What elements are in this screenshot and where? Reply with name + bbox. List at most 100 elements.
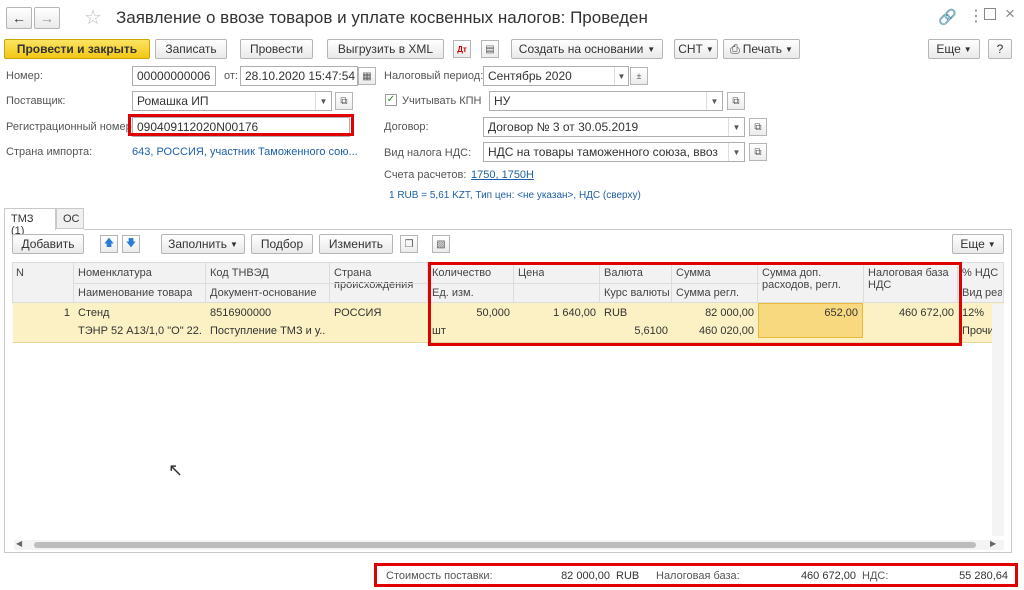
structure-icon[interactable]: ▤: [481, 40, 499, 58]
snt-button[interactable]: СНТ ▼: [674, 39, 718, 59]
header-product-name[interactable]: Наименование товара: [78, 287, 192, 299]
header-nomenclature[interactable]: Номенклатура: [78, 267, 152, 279]
header-sum[interactable]: Сумма: [676, 267, 711, 279]
paste-icon[interactable]: ▧: [432, 235, 450, 253]
post-and-close-button[interactable]: Провести и закрыть: [4, 39, 150, 59]
save-button[interactable]: Записать: [155, 39, 227, 59]
post-button[interactable]: Провести: [240, 39, 313, 59]
kebab-menu-icon[interactable]: ⋮: [968, 6, 984, 26]
header-unit[interactable]: Ед. изм.: [432, 287, 474, 299]
chevron-down-icon[interactable]: ▼: [706, 92, 722, 110]
header-tax-base[interactable]: Налоговая база НДС: [868, 267, 958, 291]
change-button[interactable]: Изменить: [319, 234, 393, 254]
cell-country: РОССИЯ: [334, 307, 382, 319]
cell-basis-doc: Поступление ТМЗ и у...: [210, 325, 326, 337]
copy-icon[interactable]: ❐: [400, 235, 418, 253]
supplier-field[interactable]: Ромашка ИП ▼: [132, 91, 332, 111]
contract-field[interactable]: Договор № 3 от 30.05.2019 ▼: [483, 117, 745, 137]
help-button[interactable]: ?: [988, 39, 1012, 59]
vertical-scrollbar[interactable]: [992, 304, 1004, 536]
scroll-left-icon[interactable]: ◀: [16, 539, 22, 548]
date-value: 28.10.2020 15:47:54: [245, 69, 356, 83]
chevron-down-icon: ▼: [785, 44, 793, 54]
snt-label: СНТ: [678, 42, 703, 56]
supplier-value: Ромашка ИП: [137, 94, 209, 108]
header-vat-kind[interactable]: Вид реал: [962, 287, 1002, 299]
cell-sum-reg: 460 020,00: [698, 325, 754, 337]
chevron-down-icon[interactable]: ▼: [728, 118, 744, 136]
open-icon[interactable]: ⧉: [727, 92, 745, 110]
scroll-thumb[interactable]: [34, 542, 976, 548]
number-field[interactable]: 00000000006: [132, 66, 216, 86]
link-icon[interactable]: 🔗: [938, 8, 957, 26]
header-code[interactable]: Код ТНВЭД: [210, 267, 269, 279]
tax-period-label: Налоговый период:: [384, 70, 484, 82]
close-icon[interactable]: ×: [1005, 4, 1015, 24]
header-extra-costs[interactable]: Сумма доп. расходов, регл.: [762, 267, 858, 291]
chevron-down-icon: ▼: [705, 44, 714, 54]
move-down-icon[interactable]: 🡇: [122, 235, 140, 253]
back-button[interactable]: ←: [6, 7, 32, 29]
page-title: Заявление о ввозе товаров и уплате косве…: [116, 8, 648, 27]
period-stepper[interactable]: ±: [630, 67, 648, 85]
move-up-icon[interactable]: 🡅: [100, 235, 118, 253]
star-icon[interactable]: ☆: [84, 5, 102, 30]
calendar-icon[interactable]: ▦: [358, 67, 376, 85]
tab-os[interactable]: ОС: [56, 208, 84, 229]
create-based-button[interactable]: Создать на основании ▼: [511, 39, 663, 59]
cell-tax-base: 460 672,00: [898, 307, 954, 319]
import-country-link[interactable]: 643, РОССИЯ, участник Таможенного сою...: [132, 146, 358, 158]
header-country[interactable]: Страна происхождения: [334, 267, 424, 291]
kpn-checkbox[interactable]: ✓: [385, 94, 397, 106]
chevron-down-icon[interactable]: ▼: [614, 67, 628, 85]
tab-tmz[interactable]: ТМЗ (1): [4, 208, 56, 237]
table-more-label: Еще: [960, 237, 985, 251]
table-more-button[interactable]: Еще ▼: [952, 234, 1004, 254]
forward-button[interactable]: →: [34, 7, 60, 29]
select-button[interactable]: Подбор: [251, 234, 313, 254]
header-vat-pct[interactable]: % НДС: [962, 267, 998, 279]
accounts-link[interactable]: 1750, 1750Н: [471, 169, 534, 181]
date-field[interactable]: 28.10.2020 15:47:54: [240, 66, 358, 86]
fill-button[interactable]: Заполнить ▼: [161, 234, 245, 254]
cell-extra-costs: 652,00: [824, 307, 858, 319]
print-button[interactable]: ⎙ Печать ▼: [723, 39, 800, 59]
reg-number-field[interactable]: 090409112020N00176: [132, 117, 350, 137]
export-xml-button[interactable]: Выгрузить в XML: [327, 39, 444, 59]
header-sum-reg[interactable]: Сумма регл.: [676, 287, 739, 299]
mouse-cursor-icon: ↖: [168, 460, 184, 480]
header-rate[interactable]: Курс валюты: [604, 287, 670, 299]
maximize-icon[interactable]: [984, 8, 996, 20]
scroll-right-icon[interactable]: ▶: [990, 539, 996, 548]
header-mid-line: [74, 283, 760, 284]
header-quantity[interactable]: Количество: [432, 267, 491, 279]
header-price[interactable]: Цена: [518, 267, 544, 279]
chevron-down-icon: ▼: [647, 44, 656, 54]
chevron-down-icon[interactable]: ▼: [728, 143, 744, 161]
rate-info-link[interactable]: 1 RUB = 5,61 KZT, Тип цен: <не указан>, …: [389, 190, 641, 201]
header-n[interactable]: N: [16, 267, 24, 279]
print-label: Печать: [742, 42, 782, 56]
open-icon[interactable]: ⧉: [749, 143, 767, 161]
chevron-down-icon[interactable]: ▼: [315, 92, 331, 110]
tax-period-field[interactable]: Сентябрь 2020 ▼: [483, 66, 629, 86]
more-button[interactable]: Еще ▼: [928, 39, 980, 59]
vat-type-field[interactable]: НДС на товары таможенного союза, ввоз ▼: [483, 142, 745, 162]
cell-n: 1: [63, 307, 70, 319]
cell-sum: 82 000,00: [705, 307, 754, 319]
printer-icon: ⎙: [730, 41, 740, 56]
header-currency[interactable]: Валюта: [604, 267, 643, 279]
open-icon[interactable]: ⧉: [749, 118, 767, 136]
header-basis-doc[interactable]: Документ-основание: [210, 287, 316, 299]
contract-label: Договор:: [384, 121, 429, 133]
dt-kt-icon[interactable]: Дт: [453, 40, 471, 58]
open-icon[interactable]: ⧉: [335, 92, 353, 110]
add-button[interactable]: Добавить: [12, 234, 84, 254]
import-country-label: Страна импорта:: [6, 146, 93, 158]
cell-price: 1 640,00: [553, 307, 596, 319]
contract-value: Договор № 3 от 30.05.2019: [488, 120, 639, 134]
kpn-field[interactable]: НУ ▼: [489, 91, 723, 111]
arrow-right-icon: →: [40, 10, 54, 26]
cell-currency: RUB: [604, 307, 628, 319]
vat-type-value: НДС на товары таможенного союза, ввоз: [488, 145, 718, 159]
